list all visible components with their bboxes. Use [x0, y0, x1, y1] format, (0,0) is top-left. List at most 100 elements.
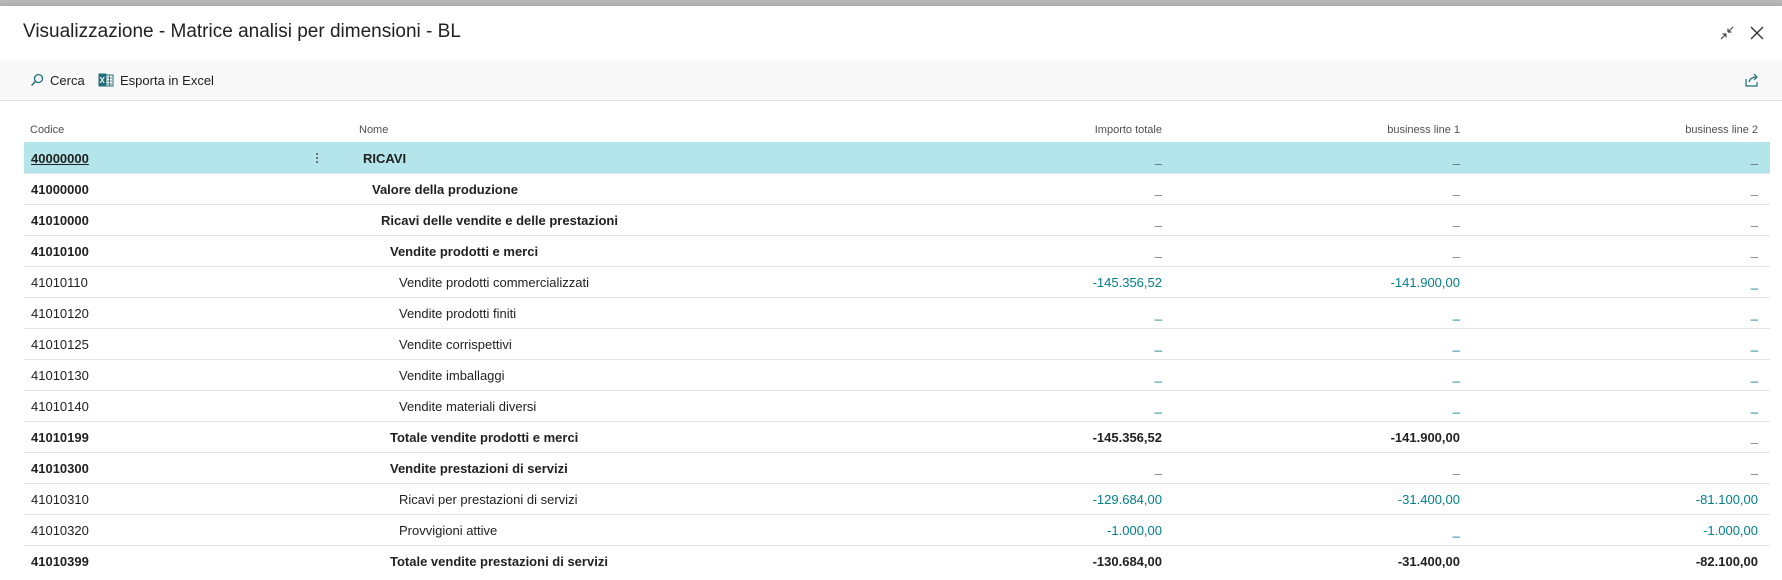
column-header-code[interactable]: Codice — [30, 124, 64, 136]
row-code[interactable]: 41010125 — [31, 337, 89, 352]
row-name: Valore della produzione — [372, 182, 518, 197]
row-business-line-1[interactable]: -141.900,00 — [1391, 430, 1460, 445]
row-name: Ricavi delle vendite e delle prestazioni — [381, 213, 618, 228]
export-excel-button[interactable]: Esporta in Excel — [98, 70, 214, 90]
row-code[interactable]: 41010399 — [31, 554, 89, 569]
table-row[interactable]: 41010140 Vendite materiali diversi _ _ _ — [24, 390, 1770, 421]
row-total[interactable]: _ — [1155, 182, 1162, 197]
row-business-line-2[interactable]: _ — [1751, 430, 1758, 445]
row-business-line-2[interactable]: _ — [1751, 244, 1758, 259]
row-total[interactable]: _ — [1155, 151, 1162, 166]
close-icon — [1750, 26, 1764, 40]
column-header-business-line-2[interactable]: business line 2 — [1685, 124, 1758, 136]
row-code[interactable]: 41010199 — [31, 430, 89, 445]
row-business-line-1[interactable]: _ — [1453, 306, 1460, 321]
row-name: Vendite corrispettivi — [399, 337, 512, 352]
row-total[interactable]: _ — [1155, 337, 1162, 352]
row-code[interactable]: 41010100 — [31, 244, 89, 259]
row-code[interactable]: 41010130 — [31, 368, 89, 383]
row-business-line-2[interactable]: _ — [1751, 275, 1758, 290]
row-total[interactable]: _ — [1155, 306, 1162, 321]
row-business-line-1[interactable]: _ — [1453, 182, 1460, 197]
row-code[interactable]: 41010320 — [31, 523, 89, 538]
row-business-line-1[interactable]: _ — [1453, 213, 1460, 228]
row-business-line-1[interactable]: _ — [1453, 151, 1460, 166]
row-business-line-1[interactable]: -31.400,00 — [1398, 554, 1460, 569]
row-business-line-2[interactable]: -81.100,00 — [1696, 492, 1758, 507]
table-row[interactable]: 41000000 Valore della produzione _ _ _ — [24, 173, 1770, 204]
collapse-icon — [1720, 26, 1734, 40]
share-icon — [1745, 73, 1758, 87]
row-code[interactable]: 41010120 — [31, 306, 89, 321]
row-total[interactable]: -1.000,00 — [1107, 523, 1162, 538]
table-row[interactable]: 41010120 Vendite prodotti finiti _ _ _ — [24, 297, 1770, 328]
row-business-line-2[interactable]: -1.000,00 — [1703, 523, 1758, 538]
close-button[interactable] — [1744, 20, 1770, 46]
table-row[interactable]: 41010000 Ricavi delle vendite e delle pr… — [24, 204, 1770, 235]
row-business-line-2[interactable]: _ — [1751, 182, 1758, 197]
row-business-line-1[interactable]: _ — [1453, 368, 1460, 383]
row-business-line-2[interactable]: _ — [1751, 306, 1758, 321]
row-name: RICAVI — [363, 151, 407, 166]
table-row[interactable]: 40000000 RICAVI _ _ _ — [24, 142, 1770, 173]
row-name: Vendite materiali diversi — [399, 399, 537, 414]
row-total[interactable]: _ — [1155, 461, 1162, 476]
row-business-line-2[interactable]: _ — [1751, 368, 1758, 383]
column-header-name[interactable]: Nome — [359, 124, 388, 136]
row-total[interactable]: -129.684,00 — [1093, 492, 1162, 507]
row-business-line-1[interactable]: _ — [1453, 399, 1460, 414]
row-code[interactable]: 41010140 — [31, 399, 89, 414]
row-business-line-2[interactable]: _ — [1751, 213, 1758, 228]
collapse-button[interactable] — [1714, 20, 1740, 46]
row-name: Vendite prodotti finiti — [399, 306, 517, 321]
excel-icon — [98, 73, 114, 86]
row-name: Totale vendite prestazioni di servizi — [390, 554, 608, 569]
dialog-title: Visualizzazione - Matrice analisi per di… — [23, 21, 461, 42]
column-header-total[interactable]: Importo totale — [1095, 124, 1162, 136]
table-row[interactable]: 41010130 Vendite imballaggi _ _ _ — [24, 359, 1770, 390]
action-bar: Cerca Esporta in Excel — [0, 60, 1782, 101]
table-row[interactable]: 41010399 Totale vendite prestazioni di s… — [24, 545, 1770, 576]
row-total[interactable]: _ — [1155, 399, 1162, 414]
row-business-line-2[interactable]: _ — [1751, 399, 1758, 414]
row-code[interactable]: 41010310 — [31, 492, 89, 507]
row-code[interactable]: 41010000 — [31, 213, 89, 228]
search-label: Cerca — [50, 72, 85, 88]
table-row[interactable]: 41010300 Vendite prestazioni di servizi … — [24, 452, 1770, 483]
table-row[interactable]: 41010310 Ricavi per prestazioni di servi… — [24, 483, 1770, 514]
row-business-line-2[interactable]: _ — [1751, 151, 1758, 166]
row-business-line-2[interactable]: -82.100,00 — [1696, 554, 1758, 569]
row-business-line-1[interactable]: -31.400,00 — [1398, 492, 1460, 507]
row-name: Vendite imballaggi — [399, 368, 505, 383]
row-total[interactable]: -145.356,52 — [1093, 430, 1162, 445]
table-row[interactable]: 41010110 Vendite prodotti commercializza… — [24, 266, 1770, 297]
matrix-dialog: Visualizzazione - Matrice analisi per di… — [0, 6, 1782, 580]
row-code[interactable]: 41010110 — [31, 275, 88, 290]
row-name: Vendite prodotti commercializzati — [399, 275, 590, 290]
row-name: Totale vendite prodotti e merci — [390, 430, 579, 445]
row-business-line-2[interactable]: _ — [1751, 461, 1758, 476]
row-menu-icon[interactable] — [311, 149, 323, 167]
table-row[interactable]: 41010199 Totale vendite prodotti e merci… — [24, 421, 1770, 452]
row-total[interactable]: -130.684,00 — [1093, 554, 1162, 569]
row-code[interactable]: 40000000 — [31, 151, 89, 166]
row-business-line-1[interactable]: -141.900,00 — [1391, 275, 1460, 290]
share-button[interactable] — [1744, 72, 1760, 93]
column-header-business-line-1[interactable]: business line 1 — [1387, 124, 1460, 136]
row-business-line-1[interactable]: _ — [1453, 523, 1460, 538]
row-total[interactable]: _ — [1155, 368, 1162, 383]
table-row[interactable]: 41010320 Provvigioni attive -1.000,00 _ … — [24, 514, 1770, 545]
row-business-line-1[interactable]: _ — [1453, 244, 1460, 259]
table-row[interactable]: 41010100 Vendite prodotti e merci _ _ _ — [24, 235, 1770, 266]
row-code[interactable]: 41000000 — [31, 182, 89, 197]
search-button[interactable]: Cerca — [30, 70, 85, 90]
row-code[interactable]: 41010300 — [31, 461, 89, 476]
row-business-line-1[interactable]: _ — [1453, 337, 1460, 352]
row-business-line-2[interactable]: _ — [1751, 337, 1758, 352]
table-row[interactable]: 41010125 Vendite corrispettivi _ _ _ — [24, 328, 1770, 359]
row-total[interactable]: _ — [1155, 213, 1162, 228]
row-business-line-1[interactable]: _ — [1453, 461, 1460, 476]
row-total[interactable]: -145.356,52 — [1093, 275, 1162, 290]
search-icon — [30, 73, 44, 87]
row-total[interactable]: _ — [1155, 244, 1162, 259]
